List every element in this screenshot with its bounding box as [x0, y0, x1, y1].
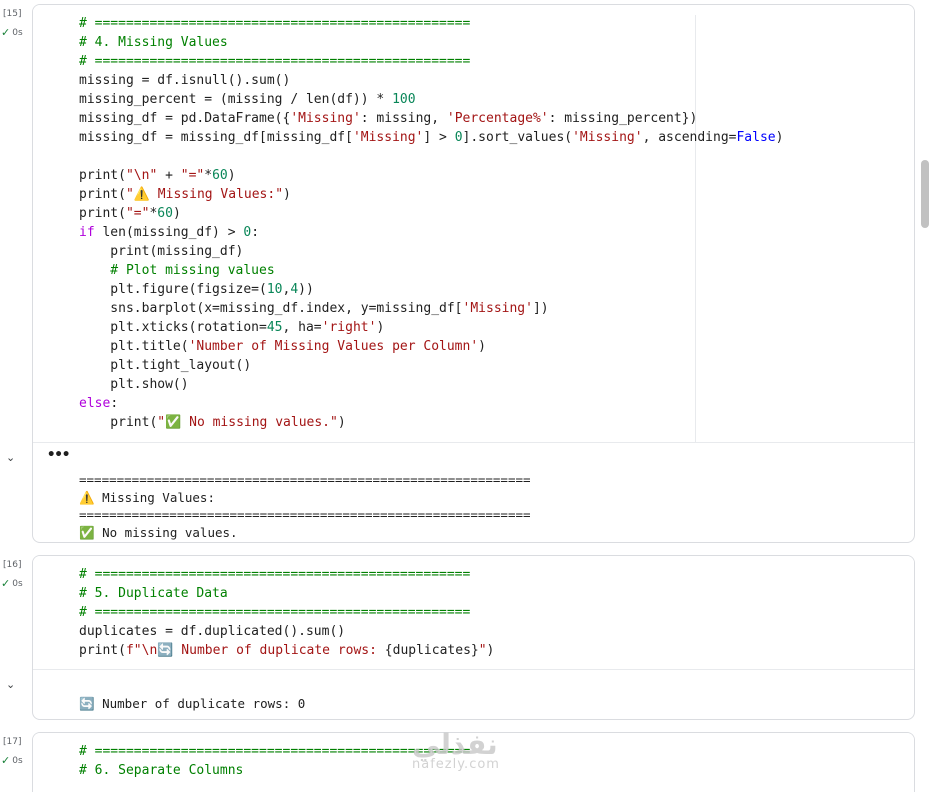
- output-area: ••• ====================================…: [33, 442, 914, 542]
- code-line: plt.xticks(rotation=45, ha='right'): [79, 320, 385, 335]
- check-icon: ✓: [1, 754, 11, 767]
- code-line: print(f"\n🔄 Number of duplicate rows: {d…: [79, 643, 495, 658]
- code-line: print("\n" + "="*60): [79, 168, 236, 183]
- check-icon: ✓: [1, 26, 11, 39]
- code-lines: # ======================================…: [79, 14, 783, 432]
- output-lines: ========================================…: [79, 471, 531, 541]
- code-line: # Plot missing values: [79, 263, 275, 278]
- output-area: 🔄 Number of duplicate rows: 0: [33, 669, 914, 719]
- code-line: duplicates = df.duplicated().sum(): [79, 624, 346, 639]
- output-line: ========================================…: [79, 472, 531, 487]
- watermark-latin: nafezly.com: [412, 757, 500, 772]
- collapse-output-chevron-icon[interactable]: ⌄: [6, 678, 15, 691]
- vertical-scrollbar[interactable]: [921, 160, 929, 228]
- exec-count-16: [16]: [3, 560, 22, 570]
- code-line: # 5. Duplicate Data: [79, 586, 228, 601]
- code-line: # ======================================…: [79, 54, 471, 69]
- code-line: print("⚠️ Missing Values:"): [79, 187, 291, 202]
- output-lines: 🔄 Number of duplicate rows: 0: [79, 695, 305, 713]
- code-line: print("✅ No missing values."): [79, 415, 346, 430]
- code-line: plt.title('Number of Missing Values per …: [79, 339, 486, 354]
- code-cell-16[interactable]: # ======================================…: [32, 555, 915, 720]
- code-line: print("="*60): [79, 206, 181, 221]
- code-line: plt.figure(figsize=(10,4)): [79, 282, 314, 297]
- code-line: print(missing_df): [79, 244, 244, 259]
- code-line: if len(missing_df) > 0:: [79, 225, 260, 240]
- exec-status-15: ✓ 0s: [1, 26, 23, 39]
- code-line: # ======================================…: [79, 567, 471, 582]
- code-line: sns.barplot(x=missing_df.index, y=missin…: [79, 301, 549, 316]
- code-line: missing = df.isnull().sum(): [79, 73, 291, 88]
- code-line: missing_df = missing_df[missing_df['Miss…: [79, 130, 784, 145]
- code-editor[interactable]: # ======================================…: [33, 556, 914, 669]
- output-line: ⚠️ Missing Values:: [79, 489, 215, 505]
- output-menu-icon[interactable]: •••: [47, 447, 70, 463]
- code-line: missing_percent = (missing / len(df)) * …: [79, 92, 416, 107]
- code-line: # 4. Missing Values: [79, 35, 228, 50]
- exec-count-17: [17]: [3, 737, 22, 747]
- code-line: missing_df = pd.DataFrame({'Missing': mi…: [79, 111, 698, 126]
- code-cell-15[interactable]: # ======================================…: [32, 4, 915, 543]
- exec-count-15: [15]: [3, 9, 22, 19]
- code-line: plt.show(): [79, 377, 189, 392]
- code-line: plt.tight_layout(): [79, 358, 252, 373]
- check-icon: ✓: [1, 577, 11, 590]
- collapse-output-chevron-icon[interactable]: ⌄: [6, 451, 15, 464]
- output-line: 🔄 Number of duplicate rows: 0: [79, 696, 306, 711]
- output-line: ✅ No missing values.: [79, 524, 238, 540]
- exec-status-16: ✓ 0s: [1, 577, 23, 590]
- code-editor[interactable]: # ======================================…: [33, 5, 914, 442]
- code-lines: # ======================================…: [79, 565, 494, 660]
- output-line: ========================================…: [79, 507, 531, 522]
- code-line: # ======================================…: [79, 605, 471, 620]
- exec-status-17: ✓ 0s: [1, 754, 23, 767]
- code-line: else:: [79, 396, 119, 411]
- code-line: # ======================================…: [79, 16, 471, 31]
- watermark: نفذلي nafezly.com: [412, 728, 500, 772]
